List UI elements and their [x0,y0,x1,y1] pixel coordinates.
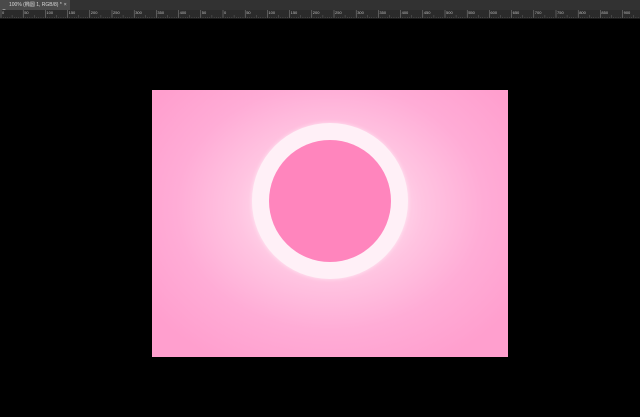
ruler-label: 350 [379,10,387,15]
ruler-label: 100 [268,10,276,15]
ruler-label: 50 [201,10,207,15]
ruler-label: 50 [24,10,29,15]
ruler-label: 550 [468,10,475,15]
ruler-label: 300 [135,10,142,15]
ruler-label: 900 [623,10,631,15]
horizontal-ruler[interactable]: 0 50 100 150 200 250 300 350 400 50 0 50 100 150 200 25… [0,10,640,19]
document-tab-bar: 100% (椭圆 1, RGB/8) * × [0,0,640,15]
ruler-label: 100 [46,10,54,15]
pink-circle-shape [269,140,391,262]
ruler-label: 500 [446,10,453,15]
close-icon[interactable]: × [64,0,67,10]
ruler-label: 150 [290,10,298,15]
ruler-label: 400 [401,10,409,15]
ruler-label: 250 [335,10,342,15]
ruler-label: 850 [601,10,609,15]
ruler-label: 650 [512,10,520,15]
document-tab[interactable]: 100% (椭圆 1, RGB/8) * × [0,0,70,15]
canvas-workspace[interactable] [0,19,640,417]
ruler-label: 200 [312,10,320,15]
ruler-label: 200 [90,10,98,15]
ruler-label: 600 [490,10,498,15]
ruler-label: 800 [579,10,586,15]
ruler-label: 150 [68,10,76,15]
ruler-label: 250 [113,10,120,15]
ruler-label: 0 [2,10,5,15]
ruler-label: 750 [557,10,564,15]
ruler-label: 400 [179,10,187,15]
ruler-label: 300 [357,10,364,15]
ruler-label: 350 [157,10,165,15]
document-tab-title: 100% (椭圆 1, RGB/8) * [9,2,62,8]
ruler-label: 700 [534,10,542,15]
document-icon [1,2,7,15]
ruler-label: 50 [246,10,251,15]
ruler-label: 450 [423,10,431,15]
ruler-label: 0 [224,10,227,15]
photoshop-window: 100% (椭圆 1, RGB/8) * × 0 50 100 150 200 250 30… [0,0,640,417]
document-canvas[interactable] [152,90,508,357]
